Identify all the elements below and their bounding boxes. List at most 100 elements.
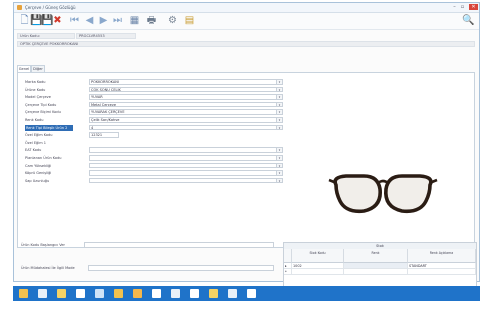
field-value: 4: [91, 125, 94, 130]
grid-column-header[interactable]: Renk Açıklama: [408, 249, 476, 263]
field-value: ÇOK SONU ÇELIK: [91, 87, 121, 92]
field-label: Çerçeve Tipi Kodu: [25, 102, 57, 107]
maximize-button[interactable]: ▫: [459, 4, 466, 10]
field-value: YUVAR: [91, 95, 103, 100]
field-label: Cam Yüksekliği: [25, 163, 52, 168]
tag-icon[interactable]: [114, 289, 123, 298]
report-button[interactable]: ▤: [184, 15, 195, 26]
chevron-down-icon[interactable]: ▾: [276, 125, 282, 129]
grid-cell[interactable]: [292, 269, 344, 275]
chevron-down-icon[interactable]: ▾: [276, 87, 282, 91]
delete-button[interactable]: ✖: [52, 15, 63, 26]
dropdown-field[interactable]: ▾: [89, 155, 283, 161]
chevron-down-icon[interactable]: ▾: [276, 178, 282, 182]
start-icon[interactable]: [19, 289, 28, 298]
field-label: Marka Kodu: [25, 80, 46, 84]
save-button[interactable]: 💾: [30, 15, 42, 26]
chevron-down-icon[interactable]: ▾: [276, 156, 282, 160]
monitor-icon[interactable]: [247, 289, 256, 298]
row-marker[interactable]: *: [284, 269, 292, 275]
product-code-field: PRGCLVR4553: [76, 33, 136, 39]
chevron-down-icon[interactable]: ▾: [276, 148, 282, 152]
previous-record-button[interactable]: ◀: [84, 15, 95, 26]
notes-icon[interactable]: [57, 289, 66, 298]
window-title: Çerçeve / Güneş Gözlüğü: [25, 5, 76, 10]
layout-button[interactable]: ▦: [129, 15, 140, 26]
grid-row-header: [284, 249, 292, 263]
dropdown-field[interactable]: YUVAR ▾: [89, 94, 283, 100]
next-record-button[interactable]: ▶: [98, 15, 109, 26]
text-input[interactable]: [88, 265, 274, 271]
people-icon[interactable]: [228, 289, 237, 298]
dropdown-field[interactable]: Çelik Sarı/Kahve ▾: [89, 117, 283, 123]
folder-icon[interactable]: [209, 289, 218, 298]
dropdown-field[interactable]: ÇOK SONU ÇELIK ▾: [89, 86, 283, 93]
dropdown-field[interactable]: 4 ▾: [89, 124, 283, 131]
document-icon[interactable]: [76, 289, 85, 298]
field-label: Ürüne Kodu: [25, 87, 46, 92]
dropdown-field[interactable]: ▾: [89, 177, 283, 184]
field-value: POKKORROKANI: [91, 80, 119, 84]
chevron-down-icon[interactable]: ▾: [276, 102, 282, 106]
field-value: YUVARAK ÇERÇEVE: [91, 110, 125, 115]
chevron-down-icon[interactable]: ▾: [276, 171, 282, 175]
globe-icon[interactable]: [171, 289, 180, 298]
product-name-field: OPTIK ÇERÇEVE POKKORROKANI: [17, 41, 475, 47]
glasses-image: [328, 174, 438, 214]
last-record-button[interactable]: ⏭: [112, 15, 123, 26]
grid-cell[interactable]: [408, 269, 476, 275]
title-bar: Çerçeve / Güneş Gözlüğü – ▫ ✕: [14, 3, 479, 13]
first-record-button[interactable]: ⏮: [69, 15, 80, 26]
toolbar: 🗋 💾 💾 ✖ ⏮ ◀ ▶ ⏭ ▦ 🖶 ⚙ ▤ 🔍: [14, 13, 479, 30]
dropdown-field[interactable]: Metal Çerçeve ▾: [89, 101, 283, 108]
field-value: Metal Çerçeve: [91, 102, 117, 107]
stock-grid: Stok Stok Kodu Renk Renk Açıklama ▸ 1002 S…: [283, 242, 477, 290]
glasses-app-icon[interactable]: [95, 289, 104, 298]
text-input[interactable]: 12321: [89, 132, 119, 138]
field-label: Model Çerçeve: [25, 95, 51, 100]
dropdown-field[interactable]: YUVARAK ÇERÇEVE ▾: [89, 109, 283, 115]
save-as-button[interactable]: 💾: [41, 15, 53, 26]
tab-general[interactable]: Genel: [17, 65, 31, 72]
taskbar: [13, 286, 480, 301]
field-label: Özel Eğim 1: [25, 140, 46, 145]
print-button[interactable]: 🖶: [146, 15, 157, 26]
dropdown-field[interactable]: ▾: [89, 170, 283, 176]
grid-cell[interactable]: [344, 269, 408, 275]
product-code-label: Ürün Kodu:: [17, 33, 75, 39]
field-label: Ürün Kodu Başlangıcı Ver: [21, 243, 65, 247]
dropdown-field[interactable]: ▾: [89, 147, 283, 153]
close-button[interactable]: ✕: [469, 4, 478, 10]
grid-column-header[interactable]: Stok Kodu: [292, 249, 344, 263]
chevron-down-icon[interactable]: ▾: [276, 80, 282, 84]
field-label: Özel Eğim Kodu: [25, 133, 53, 138]
new-document-button[interactable]: 🗋: [19, 15, 30, 26]
network-icon[interactable]: [190, 289, 199, 298]
tree-icon[interactable]: [152, 289, 161, 298]
app-icon: [17, 5, 22, 10]
main-window: Çerçeve / Güneş Gözlüğü – ▫ ✕ 🗋 💾 💾 ✖ ⏮ ◀ ▶ ⏭ ▦ 🖶…: [13, 2, 480, 290]
field-label: Ürün Müdahalesi İle İlgili Mode: [21, 266, 75, 270]
field-label: Sap Uzunluğu: [25, 178, 50, 183]
dropdown-field[interactable]: ▾: [89, 162, 283, 169]
field-label: Köprü Genişliği: [25, 171, 52, 176]
grid-column-header[interactable]: Renk: [344, 249, 408, 263]
field-label: EAT Kodu: [25, 148, 42, 153]
dropdown-field[interactable]: POKKORROKANI ▾: [89, 79, 283, 85]
field-label: Planlanan Ürün Kodu: [25, 156, 62, 160]
chevron-down-icon[interactable]: ▾: [276, 118, 282, 122]
field-value: Çelik Sarı/Kahve: [91, 118, 120, 122]
field-value: 12321: [91, 133, 103, 138]
chevron-down-icon[interactable]: ▾: [276, 110, 282, 114]
calculator-icon[interactable]: [38, 289, 47, 298]
chevron-down-icon[interactable]: ▾: [276, 163, 282, 167]
minimize-button[interactable]: –: [451, 4, 458, 10]
tab-other[interactable]: Diğer: [31, 65, 45, 72]
settings-button[interactable]: ⚙: [167, 15, 178, 26]
field-label: Çerçeve Biçimi Kodu: [25, 110, 61, 115]
field-label: Renk Tipi Bileşik Ürün 2: [25, 124, 73, 131]
text-input[interactable]: [84, 242, 274, 248]
box-icon[interactable]: [133, 289, 142, 298]
search-button[interactable]: 🔍: [462, 15, 474, 26]
chevron-down-icon[interactable]: ▾: [276, 95, 282, 99]
